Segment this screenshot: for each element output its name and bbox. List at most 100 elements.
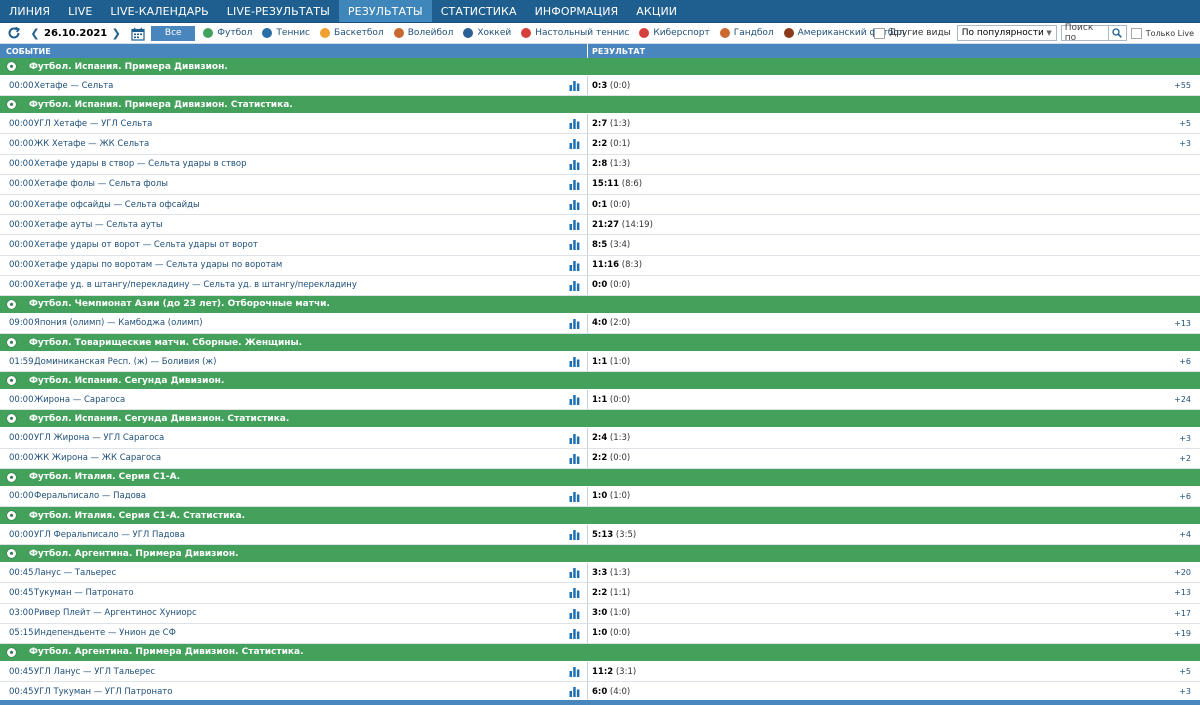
more-markets-link[interactable]: +2 [1160,454,1200,463]
group-header[interactable]: Футбол. Испания. Сегунда Дивизион. Стати… [0,410,1200,429]
stats-icon[interactable] [562,313,588,334]
sport-filter-item[interactable]: Настольный теннис [521,28,629,38]
stats-icon[interactable] [562,255,588,275]
event-link[interactable]: Япония (олимп) — Камбоджа (олимп) [28,318,562,328]
event-link[interactable]: Хетафе уд. в штангу/перекладину — Сельта… [28,280,562,290]
sport-filter-item[interactable]: Футбол [203,28,252,38]
event-link[interactable]: Ривер Плейт — Аргентинос Хуниорс [28,608,562,618]
event-link[interactable]: Хетафе фолы — Сельта фолы [28,179,562,189]
more-markets-link[interactable]: +6 [1160,492,1200,501]
more-markets-link[interactable]: +24 [1160,395,1200,404]
stats-icon[interactable] [562,603,588,623]
chevron-right-icon[interactable]: ❯ [111,26,121,40]
group-header[interactable]: Футбол. Испания. Примера Дивизион. Стати… [0,96,1200,115]
event-link[interactable]: Феральписало — Падова [28,491,562,501]
more-markets-link[interactable]: +17 [1160,609,1200,618]
stats-icon[interactable] [562,174,588,194]
stats-icon[interactable] [562,352,588,372]
more-markets-link[interactable]: +13 [1160,319,1200,328]
more-markets-link[interactable]: +4 [1160,530,1200,539]
stats-icon[interactable] [562,682,588,702]
event-link[interactable]: ЖК Жирона — ЖК Сарагоса [28,453,562,463]
event-link[interactable]: Хетафе удары в створ — Сельта удары в ст… [28,159,562,169]
event-link[interactable]: УГЛ Ланус — УГЛ Тальерес [28,667,562,677]
event-link[interactable]: УГЛ Хетафе — УГЛ Сельта [28,119,562,129]
stats-icon[interactable] [562,275,588,295]
nav-item[interactable]: АКЦИИ [627,0,686,22]
event-time: 00:45 [9,686,34,697]
stats-icon[interactable] [562,114,588,134]
sport-filter-item[interactable]: Киберспорт [639,28,710,38]
nav-item[interactable]: LIVE-РЕЗУЛЬТАТЫ [218,0,339,22]
event-link[interactable]: Ланус — Тальерес [28,568,562,578]
more-markets-link[interactable]: +3 [1160,687,1200,696]
stats-icon[interactable] [562,525,588,545]
sport-filter-item[interactable]: Гандбол [719,28,774,38]
search-button[interactable] [1108,25,1127,41]
group-header[interactable]: Футбол. Товарищеские матчи. Сборные. Жен… [0,334,1200,353]
event-link[interactable]: УГЛ Феральписало — УГЛ Падова [28,530,562,540]
stats-icon[interactable] [562,194,588,215]
event-link[interactable]: Хетафе удары по воротам — Сельта удары п… [28,260,562,270]
more-markets-link[interactable]: +3 [1160,139,1200,148]
other-sports-checkbox[interactable] [874,27,886,39]
nav-item[interactable]: LIVE [59,0,101,22]
all-sports-button[interactable]: Все [151,25,196,41]
date-value[interactable]: 26.10.2021 [44,28,107,39]
sport-filter-item[interactable]: Хоккей [463,28,511,38]
stats-icon[interactable] [562,134,588,154]
event-link[interactable]: ЖК Хетафе — ЖК Сельта [28,139,562,149]
sport-filter-item[interactable]: Волейбол [393,28,453,38]
nav-item[interactable]: LIVE-КАЛЕНДАРЬ [101,0,217,22]
nav-item[interactable]: ЛИНИЯ [0,0,59,22]
event-link[interactable]: Доминиканская Респ. (ж) — Боливия (ж) [28,357,562,367]
stats-icon[interactable] [562,448,588,468]
stats-icon[interactable] [562,235,588,255]
more-markets-link[interactable]: +55 [1160,81,1200,90]
more-markets-link[interactable]: +13 [1160,588,1200,597]
stats-icon[interactable] [562,623,588,643]
more-markets-link[interactable]: +6 [1160,357,1200,366]
group-header[interactable]: Футбол. Чемпионат Азии (до 23 лет). Отбо… [0,295,1200,314]
sport-filter-item[interactable]: Теннис [262,28,310,38]
stats-icon[interactable] [562,563,588,583]
more-markets-link[interactable]: +5 [1160,119,1200,128]
sort-select[interactable]: По популярности ▼ [956,25,1057,41]
group-header[interactable]: Футбол. Италия. Серия С1-А. Статистика. [0,507,1200,525]
calendar-icon[interactable] [131,26,145,41]
event-link[interactable]: Хетафе ауты — Сельта ауты [28,220,562,230]
more-markets-link[interactable]: +19 [1160,629,1200,638]
stats-icon[interactable] [562,486,588,506]
stats-icon[interactable] [562,661,588,682]
more-markets-link[interactable]: +20 [1160,568,1200,577]
nav-item[interactable]: СТАТИСТИКА [432,0,526,22]
event-link[interactable]: Индепендьенте — Унион де СФ [28,628,562,638]
event-link[interactable]: УГЛ Жирона — УГЛ Сарагоса [28,433,562,443]
stats-icon[interactable] [562,154,588,174]
event-link[interactable]: Хетафе офсайды — Сельта офсайды [28,200,562,210]
stats-icon[interactable] [562,390,588,410]
nav-item[interactable]: ИНФОРМАЦИЯ [526,0,628,22]
group-header[interactable]: Футбол. Испания. Сегунда Дивизион. [0,372,1200,391]
group-header[interactable]: Футбол. Испания. Примера Дивизион. [0,58,1200,76]
search-input[interactable]: Поиск по [1060,23,1109,43]
event-link[interactable]: Хетафе удары от ворот — Сельта удары от … [28,240,562,250]
only-live-checkbox[interactable] [1130,27,1142,39]
group-header[interactable]: Футбол. Италия. Серия С1-А. [0,468,1200,487]
more-markets-link[interactable]: +3 [1160,434,1200,443]
refresh-icon[interactable] [6,25,22,41]
stats-icon[interactable] [562,428,588,448]
group-header[interactable]: Футбол. Аргентина. Примера Дивизион. Ста… [0,643,1200,662]
more-markets-link[interactable]: +5 [1160,667,1200,676]
stats-icon[interactable] [562,76,588,96]
event-link[interactable]: Хетафе — Сельта [28,81,562,91]
group-header[interactable]: Футбол. Аргентина. Примера Дивизион. [0,545,1200,564]
event-link[interactable]: УГЛ Тукуман — УГЛ Патронато [28,687,562,697]
nav-item[interactable]: РЕЗУЛЬТАТЫ [338,0,432,22]
event-link[interactable]: Тукуман — Патронато [28,588,562,598]
stats-icon[interactable] [562,583,588,603]
event-link[interactable]: Жирона — Сарагоса [28,395,562,405]
sport-filter-item[interactable]: Баскетбол [320,28,384,38]
chevron-left-icon[interactable]: ❮ [30,26,40,40]
stats-icon[interactable] [562,215,588,235]
